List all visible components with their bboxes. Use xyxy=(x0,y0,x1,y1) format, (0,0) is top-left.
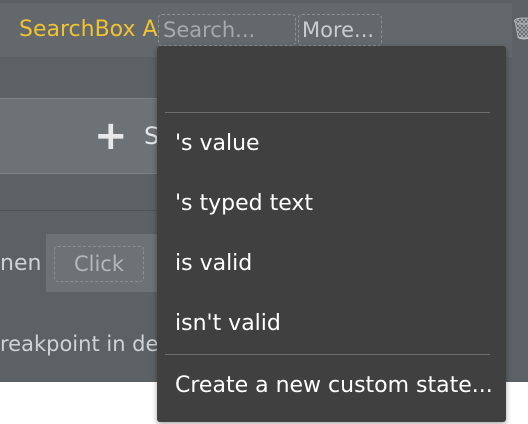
breakpoint-text: reakpoint in de xyxy=(0,332,159,356)
menu-item-value[interactable]: 's value xyxy=(175,128,260,160)
menu-separator xyxy=(165,354,490,355)
menu-item-isnt-valid[interactable]: isn't valid xyxy=(175,308,281,340)
trash-icon[interactable]: 🗑 xyxy=(510,16,528,44)
when-label: nen xyxy=(0,251,42,276)
menu-separator xyxy=(165,112,490,113)
click-button[interactable]: Click xyxy=(54,246,144,282)
element-title[interactable]: SearchBox A xyxy=(19,14,158,46)
dropdown-empty-item[interactable] xyxy=(165,56,490,112)
more-button[interactable]: More... xyxy=(298,14,382,46)
search-placeholder: Search... xyxy=(163,18,256,42)
section-divider xyxy=(0,210,160,211)
plus-icon: + xyxy=(94,113,128,159)
add-action-row[interactable] xyxy=(0,98,160,174)
dropdown-menu: 's value 's typed text is valid isn't va… xyxy=(157,46,506,422)
create-custom-state-item[interactable]: Create a new custom state... xyxy=(175,370,493,402)
menu-item-is-valid[interactable]: is valid xyxy=(175,248,252,280)
menu-item-typed-text[interactable]: 's typed text xyxy=(175,188,313,220)
